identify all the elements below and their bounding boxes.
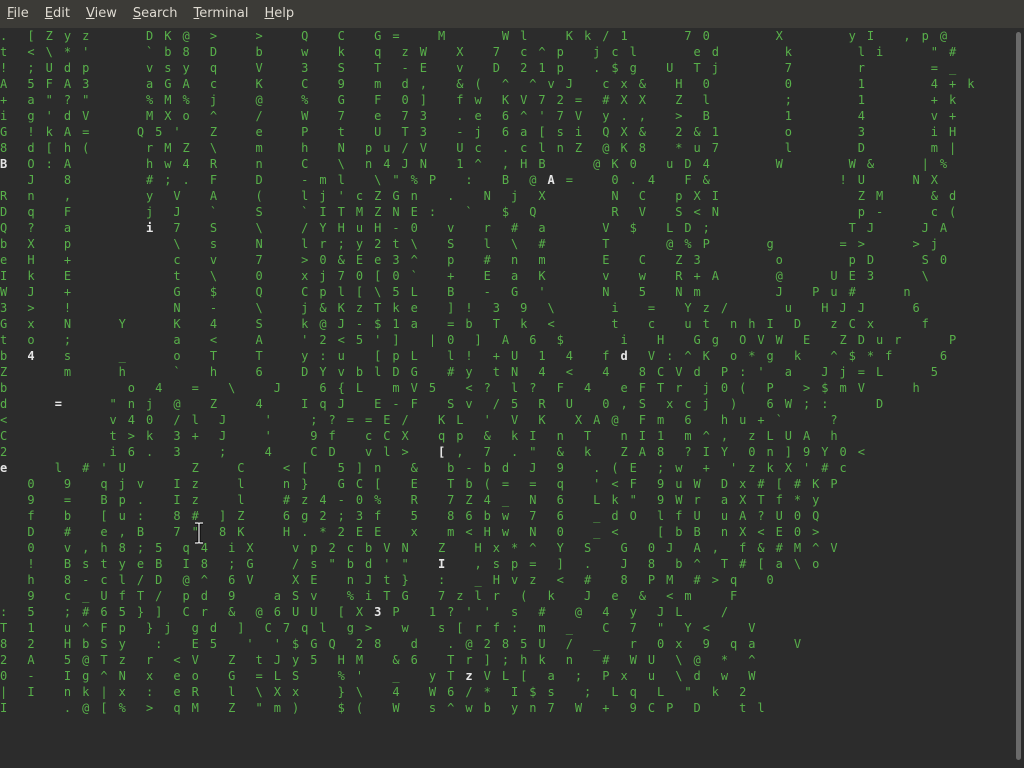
menu-terminal-label: erminal — [199, 6, 249, 21]
terminal-line: + a " ? " % M % j @ % G F 0 ] f w K V 7 … — [0, 93, 959, 107]
terminal-line: e l # ' U Z C < [ 5 ] n & b - b d J 9 . … — [0, 461, 849, 475]
menu-edit-label: dit — [53, 6, 70, 21]
terminal-line: : 5 ; # 6 5 } ] C r & @ 6 U U [ X 3 P 1 … — [0, 605, 730, 619]
menu-help-mnemonic: H — [264, 6, 275, 21]
terminal-line: f b [ u : 8 # ] Z 6 g 2 ; 3 f 5 8 6 b w … — [0, 509, 822, 523]
terminal-line: 9 = B p . I z l # z 4 - 0 % R 7 Z 4 _ N … — [0, 493, 822, 507]
terminal-line: | I n k | x : e R l \ X x } \ 4 W 6 / * … — [0, 685, 749, 699]
terminal-scrollbar[interactable] — [1012, 28, 1024, 768]
menu-view-mnemonic: V — [85, 6, 95, 21]
terminal-line: G ! k A = Q 5 ' Z e P t U T 3 - j 6 a [ … — [0, 125, 959, 139]
terminal-line: 0 - I g ^ N x e o G = L S % ' _ y T z V … — [0, 669, 758, 683]
terminal-line: R n , y V A ( l j ' c Z G n . N j X N C … — [0, 189, 959, 203]
terminal-line: 0 v , h 8 ; 5 q 4 i X v p 2 c b V N Z H … — [0, 541, 840, 555]
terminal-line: J 8 # ; . F D - m l \ " % P : B @ A = 0 … — [0, 173, 940, 187]
terminal-line: t < \ * ' ` b 8 D b w k q z W X 7 c ^ p … — [0, 45, 959, 59]
terminal-line: T 1 u ^ F p } j g d ] C 7 q l g > w s [ … — [0, 621, 758, 635]
terminal-window: File Edit View Search Terminal Help . [ … — [0, 0, 1024, 768]
menu-help[interactable]: Help — [256, 0, 302, 28]
terminal-line: 0 9 q j v I z l n } G C [ E T b ( = = q … — [0, 477, 840, 491]
menu-terminal[interactable]: Terminal — [186, 0, 257, 28]
menu-view[interactable]: View — [78, 0, 125, 28]
terminal-line: h 8 - c l / D @ ^ 6 V X E n J t } : _ H … — [0, 573, 776, 587]
terminal-output-area[interactable]: . [ Z y z D K @ > > Q C G = M W l K k / … — [0, 28, 1024, 768]
terminal-line: W J + G $ Q C p l [ \ 5 L B - G ' N 5 N … — [0, 285, 913, 299]
terminal-line: D # e , B 7 " 8 K H . * 2 E E x m < H w … — [0, 525, 822, 539]
terminal-line: b X p \ s N l r ; y 2 t \ S l \ # T @ % … — [0, 237, 940, 251]
terminal-line: ! B s t y e B I 8 ; G / s " b d ' " I , … — [0, 557, 822, 571]
terminal-line: . [ Z y z D K @ > > Q C G = M W l K k / … — [0, 29, 949, 43]
terminal-line: < v 4 0 / l J ' ; ? = = E / K L ' V K X … — [0, 413, 840, 427]
menu-view-label: iew — [94, 6, 117, 21]
terminal-line: Q ? a i 7 S \ / Y H u H - 0 v r # a V $ … — [0, 221, 949, 235]
terminal-line: t o ; a < A ' 2 < 5 ' ] | 0 ] A 6 $ i H … — [0, 333, 959, 347]
menu-search-mnemonic: S — [132, 6, 142, 21]
menu-search[interactable]: Search — [125, 0, 186, 28]
terminal-line: G x N Y K 4 S k @ J - $ 1 a = b T k < t … — [0, 317, 931, 331]
terminal-line: e H + c v 7 > 0 & E e 3 ^ p # n m E C Z … — [0, 253, 949, 267]
terminal-line: b 4 s _ o T T y : u [ p L l ! + U 1 4 f … — [0, 349, 949, 363]
menu-search-label: earch — [141, 6, 178, 21]
terminal-line: 2 A 5 @ T z r < V Z t J y 5 H M & 6 T r … — [0, 653, 758, 667]
terminal-line: B O : A h w 4 R n C \ n 4 J N 1 ^ , H B … — [0, 157, 949, 171]
terminal-line: 9 c _ U f T / p d 9 a S v % i T G 7 z l … — [0, 589, 740, 603]
menu-help-label: elp — [274, 6, 295, 21]
terminal-line: b o 4 = \ J 6 { L m V 5 < ? l ? F 4 e F … — [0, 381, 922, 395]
menu-file[interactable]: File — [0, 0, 37, 28]
terminal-line: 8 2 H b S y : E 5 ' ' $ G Q 2 8 d . @ 2 … — [0, 637, 803, 651]
terminal-line: I k E t \ 0 x j 7 0 [ 0 ` + E a K v w R … — [0, 269, 931, 283]
matrix-rain-text: . [ Z y z D K @ > > Q C G = M W l K k / … — [0, 28, 1012, 768]
terminal-line: i g ' d V M X o ^ / W 7 e 7 3 . e 6 ^ ' … — [0, 109, 959, 123]
menu-file-label: ile — [13, 6, 29, 21]
terminal-line: Z m h ` h 6 D Y v b l D G # y t N 4 < 4 … — [0, 365, 940, 379]
terminal-line: I . @ [ % > q M Z " m ) $ ( W s ^ w b y … — [0, 701, 767, 715]
menu-edit-mnemonic: E — [44, 6, 53, 21]
menu-bar: File Edit View Search Terminal Help — [0, 0, 1024, 28]
terminal-line: C t > k 3 + J ' 9 f c C X q p & k I n T … — [0, 429, 840, 443]
terminal-line: 2 i 6 . 3 ; 4 C D v l > [ , 7 . " & k Z … — [0, 445, 867, 459]
terminal-line: 3 > ! N - \ j & K z T k e ] ! 3 9 \ i = … — [0, 301, 922, 315]
terminal-line: A 5 F A 3 a G A c K C 9 m d , & ( ^ ^ v … — [0, 77, 977, 91]
terminal-line: ! ; U d p v s y q V 3 S T - E v D 2 1 p … — [0, 61, 959, 75]
terminal-line: 8 d [ h ( r M Z \ m h N p u / V U c . c … — [0, 141, 959, 155]
menu-edit[interactable]: Edit — [37, 0, 78, 28]
terminal-line: d = " n j @ Z 4 I q J E - F S v / 5 R U … — [0, 397, 886, 411]
text-cursor-ibeam-icon — [195, 522, 203, 544]
terminal-line: D q F j J ` S ` I T M Z N E : ` $ Q R V … — [0, 205, 959, 219]
scrollbar-thumb[interactable] — [1016, 32, 1021, 760]
